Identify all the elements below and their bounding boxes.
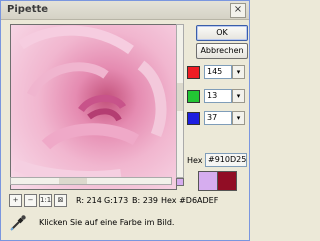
horizontal-scroll-thumb[interactable] xyxy=(59,178,87,184)
readout-g: G:173 xyxy=(104,196,129,205)
blue-spin-button[interactable]: ▾ xyxy=(232,111,245,125)
zoom-out-icon[interactable]: − xyxy=(24,194,37,207)
green-channel-row: 13 ▾ xyxy=(187,89,247,103)
window-title: Pipette xyxy=(7,4,49,15)
green-value-input[interactable]: 13 xyxy=(204,89,232,103)
current-color-swatch xyxy=(198,171,218,191)
picked-color-swatch xyxy=(217,171,237,191)
readout-r: R: 214 xyxy=(76,196,102,205)
hover-color-swatch xyxy=(176,178,184,186)
blue-swatch xyxy=(187,112,200,125)
vertical-scroll-thumb[interactable] xyxy=(177,83,183,111)
close-button[interactable]: × xyxy=(230,3,246,18)
green-swatch xyxy=(187,90,200,103)
pipette-dialog: Pipette × OK Abbrechen 145 ▾ 13 ▾ 37 ▾ H… xyxy=(0,0,250,241)
actual-size-icon[interactable]: 1:1 xyxy=(39,194,52,207)
eyedropper-icon xyxy=(9,214,27,232)
zoom-in-icon[interactable]: + xyxy=(9,194,22,207)
blue-value-input[interactable]: 37 xyxy=(204,111,232,125)
red-value-input[interactable]: 145 xyxy=(204,65,232,79)
blue-channel-row: 37 ▾ xyxy=(187,111,247,125)
red-spin-button[interactable]: ▾ xyxy=(232,65,245,79)
green-spin-button[interactable]: ▾ xyxy=(232,89,245,103)
rose-image[interactable] xyxy=(11,25,176,189)
readout-hex: Hex #D6ADEF xyxy=(161,196,219,205)
horizontal-scrollbar[interactable] xyxy=(10,177,172,185)
readout-b: B: 239 xyxy=(132,196,158,205)
image-preview[interactable] xyxy=(10,24,177,190)
vertical-scrollbar[interactable] xyxy=(176,24,184,178)
red-swatch xyxy=(187,66,200,79)
red-channel-row: 145 ▾ xyxy=(187,65,247,79)
fit-window-icon[interactable]: ⊠ xyxy=(54,194,67,207)
ok-button[interactable]: OK xyxy=(196,25,248,41)
title-bar: Pipette × xyxy=(1,1,249,20)
hex-label: Hex xyxy=(187,156,203,165)
instruction-text: Klicken Sie auf eine Farbe im Bild. xyxy=(39,218,175,227)
cancel-button[interactable]: Abbrechen xyxy=(196,43,248,59)
hex-value-field: #910D25 xyxy=(205,153,247,167)
